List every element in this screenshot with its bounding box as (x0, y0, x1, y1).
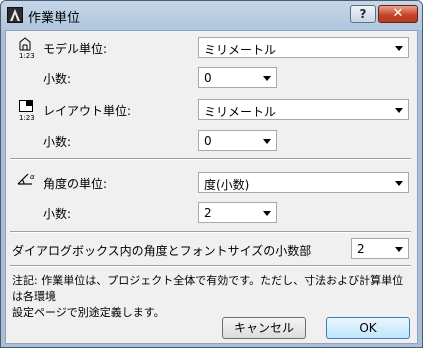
model-unit-icon: 1:23 (17, 36, 39, 60)
model-decimals-label: 小数: (43, 72, 72, 86)
chevron-down-icon (263, 76, 271, 81)
chevron-down-icon (395, 46, 403, 51)
layout-decimals-value: 0 (204, 134, 212, 148)
window-title: 作業単位 (28, 11, 81, 26)
note-line-1: 注記: 作業単位は、プロジェクト全体で有効です。ただし、寸法および計算単位は各環… (12, 274, 404, 303)
angle-decimals-value: 2 (204, 206, 212, 220)
model-decimals-value: 0 (204, 71, 212, 85)
angle-unit-value: 度(小数) (204, 178, 250, 192)
note-text: 注記: 作業単位は、プロジェクト全体で有効です。ただし、寸法および計算単位は各環… (12, 273, 412, 321)
layout-unit-select[interactable]: ミリメートル (198, 99, 409, 120)
layout-decimals-select[interactable]: 0 (198, 130, 277, 151)
layout-unit-label: レイアウト単位: (43, 104, 132, 118)
dialog-angle-label: ダイアログボックス内の角度とフォントサイズの小数部 (12, 244, 312, 258)
archicad-app-icon (7, 7, 23, 23)
angle-decimals-select[interactable]: 2 (198, 202, 277, 223)
chevron-down-icon (395, 247, 403, 252)
separator (10, 158, 411, 160)
model-unit-scale: 1:23 (19, 52, 35, 60)
layout-unit-icon: 1:23 (17, 98, 39, 122)
chevron-down-icon (263, 139, 271, 144)
separator (10, 231, 411, 233)
dialog-angle-decimals-value: 2 (357, 242, 365, 256)
angle-unit-label: 角度の単位: (43, 177, 108, 191)
chevron-down-icon (395, 108, 403, 113)
layout-unit-value: ミリメートル (204, 105, 277, 119)
title-bar[interactable]: 作業単位 ? ✕ (1, 1, 422, 30)
help-button[interactable]: ? (350, 5, 376, 23)
layout-decimals-label: 小数: (43, 135, 72, 149)
model-unit-select[interactable]: ミリメートル (198, 37, 409, 58)
ok-button[interactable]: OK (326, 317, 410, 339)
svg-text:α: α (30, 173, 35, 181)
angle-unit-select[interactable]: 度(小数) (198, 172, 409, 193)
model-unit-value: ミリメートル (204, 43, 277, 57)
model-decimals-select[interactable]: 0 (198, 67, 277, 88)
dialog-window: 作業単位 ? ✕ 1:23 モデル単位: ミリメートル 小数: 0 1:23 レ… (0, 0, 423, 348)
angle-decimals-label: 小数: (43, 207, 72, 221)
layout-unit-scale: 1:23 (19, 114, 35, 122)
dialog-client-area: 1:23 モデル単位: ミリメートル 小数: 0 1:23 レイアウト単位: ミ… (5, 30, 418, 344)
chevron-down-icon (263, 211, 271, 216)
separator (10, 265, 411, 267)
cancel-button[interactable]: キャンセル (222, 317, 306, 339)
angle-unit-icon: α (16, 171, 38, 195)
close-button[interactable]: ✕ (378, 5, 418, 23)
model-unit-label: モデル単位: (43, 42, 108, 56)
dialog-angle-decimals-select[interactable]: 2 (351, 238, 409, 259)
chevron-down-icon (395, 181, 403, 186)
